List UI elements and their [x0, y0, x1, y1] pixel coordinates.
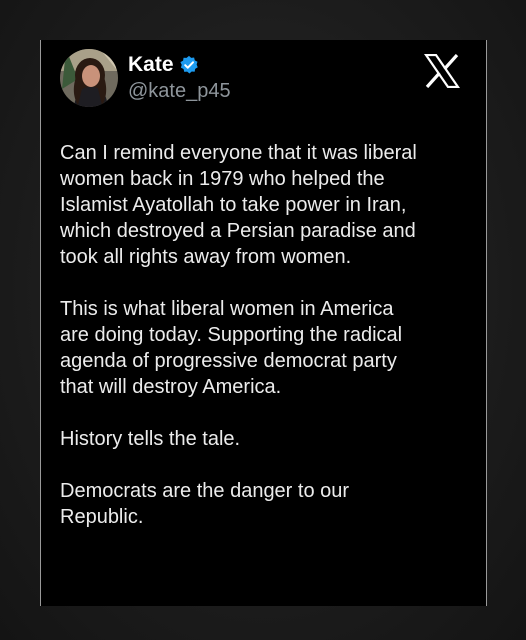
display-name-row: Kate	[128, 53, 199, 77]
tweet-header: Kate @kate_p45	[60, 48, 470, 114]
verified-badge-icon	[179, 55, 198, 74]
tweet-text: Can I remind everyone that it was libera…	[60, 140, 480, 556]
tweet-paragraph: Democrats are the danger to our Republic…	[60, 480, 350, 528]
display-name[interactable]: Kate	[128, 53, 174, 77]
tweet-paragraph: This is what liberal women in America ar…	[60, 298, 403, 398]
avatar[interactable]	[60, 49, 118, 107]
tweet-paragraph: Can I remind everyone that it was libera…	[60, 142, 417, 268]
tweet-card: Kate @kate_p45 Can I remind everyone tha…	[40, 40, 487, 606]
user-handle[interactable]: @kate_p45	[128, 79, 231, 103]
tweet-paragraph: History tells the tale.	[60, 428, 241, 450]
x-logo-icon	[424, 54, 460, 88]
avatar-image	[60, 49, 118, 107]
